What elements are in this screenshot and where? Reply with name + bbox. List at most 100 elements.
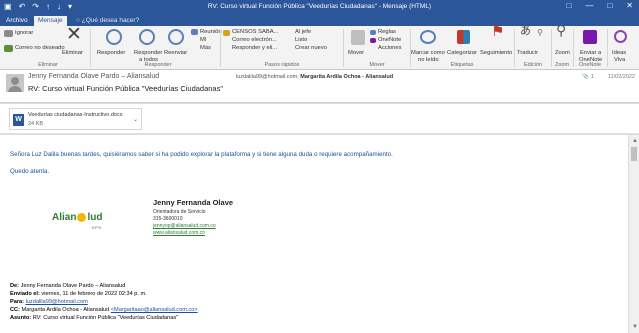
reply-icon: [106, 29, 122, 45]
body-greeting: Señora Luz Dalila buenas tardes, quisiér…: [10, 151, 393, 158]
group-label-pasos: Pasos rápidos: [264, 62, 300, 68]
im-button[interactable]: MI: [200, 37, 206, 44]
group-label-mover: Mover: [369, 62, 385, 68]
group-label-responder: Responder: [144, 62, 172, 68]
signature-name: Jenny Fernanda Olave: [153, 198, 234, 207]
zoom-button[interactable]: Zoom: [555, 50, 570, 57]
fwd-cc-label: CC:: [10, 307, 20, 313]
aliansalud-logo: Alian lud: [52, 212, 102, 223]
ignore-icon: [4, 30, 13, 37]
window-controls: □ — □ ✕: [567, 1, 633, 10]
send-onenote-button[interactable]: Enviar a: [580, 50, 601, 57]
attachment-name: Veedurías ciudadanas-Instructivo.docx: [28, 112, 123, 118]
fwd-subject-label: Asunto:: [10, 315, 32, 321]
recipient-cc[interactable]: Margarita Ardila Ochoa - Aliansalud: [300, 74, 393, 80]
maximize-icon[interactable]: □: [607, 1, 612, 10]
ideas-button[interactable]: Ideas: [612, 50, 626, 57]
ignore-button[interactable]: Ignorar: [15, 30, 33, 37]
signature-website[interactable]: www.aliansalud.com.co: [153, 230, 205, 236]
signature-email[interactable]: jennyop@aliansalud.com.co: [153, 223, 216, 229]
fwd-subject-value: RV: Curso virtual Función Pública "Veedu…: [32, 315, 179, 321]
fwd-sent: Enviado el: viernes, 11 de febrero de 20…: [10, 291, 147, 297]
signature-email-link[interactable]: jennyop@aliansalud.com.co: [153, 223, 216, 229]
sender-name[interactable]: Jenny Fernanda Olave Pardo – Aliansalud: [28, 73, 159, 80]
reply-all-icon: [139, 29, 155, 45]
quickstep-responder[interactable]: Responder y eli...: [232, 45, 277, 52]
ribbon-divider: [551, 29, 552, 67]
onenote-move-button[interactable]: OneNote: [378, 37, 401, 44]
signature-website-link[interactable]: www.aliansalud.com.co: [153, 230, 205, 236]
reply-button[interactable]: Responder: [97, 50, 125, 57]
mark-unread-button[interactable]: Marcar como: [411, 50, 445, 57]
fwd-to-label: Para:: [10, 299, 24, 305]
word-doc-icon: W: [13, 114, 24, 126]
attachment-item[interactable]: W Veedurías ciudadanas-Instructivo.docx …: [9, 108, 142, 130]
fwd-cc-link[interactable]: <Margaritaao@aliansalud.com.co>: [111, 307, 198, 313]
message-subject: RV: Curso virtual Función Pública "Veedu…: [28, 84, 224, 93]
window-title: RV: Curso virtual Función Pública "Veedu…: [207, 3, 432, 10]
categorize-button[interactable]: Categorizar: [447, 50, 477, 57]
fwd-cc: CC: Margarita Ardila Ochoa - Aliansalud …: [10, 307, 198, 313]
quickstep-icon: [223, 30, 230, 36]
onenote-small-icon: [370, 38, 376, 43]
reply-all-button[interactable]: Responder: [134, 50, 162, 57]
ribbon-options-icon[interactable]: □: [567, 1, 572, 10]
fwd-cc-name: Margarita Ardila Ochoa - Aliansalud: [21, 307, 110, 313]
scroll-down-icon[interactable]: ▼: [632, 324, 638, 330]
fwd-subject: Asunto: RV: Curso virtual Función Públic…: [10, 315, 178, 321]
close-icon[interactable]: ✕: [626, 1, 633, 10]
attachment-count: 📎 1: [582, 74, 594, 80]
viva-button[interactable]: Viva: [614, 57, 625, 64]
delete-button[interactable]: Eliminar: [62, 50, 83, 57]
ribbon-divider: [90, 29, 91, 67]
tab-mensaje[interactable]: Mensaje: [34, 16, 67, 26]
junk-button[interactable]: Correo no deseado: [15, 45, 65, 52]
translate-button[interactable]: Traducir: [517, 50, 538, 57]
message-header: Jenny Fernanda Olave Pardo – Aliansalud …: [0, 70, 639, 103]
header-meta: 📎 1 11/02/2022: [582, 74, 635, 80]
fwd-from: De: Jenny Fernanda Olave Pardo – Aliansa…: [10, 283, 125, 289]
vertical-scrollbar[interactable]: ▲ ▼: [628, 135, 639, 333]
logo-sun-icon: [77, 212, 87, 222]
recipient-to[interactable]: luzdalila99@hotmail.com;: [236, 74, 299, 80]
group-label-zoom: Zoom: [554, 62, 570, 68]
ideas-icon: [614, 30, 627, 43]
quickstep-jefe[interactable]: Al jefe: [295, 29, 311, 36]
ribbon-divider: [220, 29, 221, 67]
onenote-icon: [583, 30, 597, 44]
quickstep-listo[interactable]: Listo: [295, 37, 307, 44]
lightbulb-icon: ○: [76, 17, 80, 24]
tab-archivo[interactable]: Archivo: [2, 16, 32, 26]
fwd-to: Para: luzdalila99@hotmail.com: [10, 299, 88, 305]
scroll-thumb[interactable]: [631, 147, 637, 161]
quickstep-crear[interactable]: Crear nuevo: [295, 45, 327, 52]
meeting-icon: [191, 29, 198, 35]
minimize-icon[interactable]: —: [585, 1, 593, 10]
search-icon[interactable]: ⚲: [537, 29, 543, 37]
quickstep-correo[interactable]: Correo electrón...: [232, 37, 277, 44]
mark-unread-icon: [420, 30, 436, 44]
group-label-edicion: Edición: [523, 62, 543, 68]
move-button[interactable]: Mover: [348, 50, 364, 57]
ribbon-tabs: Archivo Mensaje ○ ¿Qué desea hacer?: [0, 15, 639, 26]
ribbon-divider: [410, 29, 411, 67]
actions-button[interactable]: Acciones: [378, 45, 402, 52]
meeting-button[interactable]: Reunión: [200, 29, 222, 36]
fwd-from-label: De:: [10, 283, 20, 289]
attachment-bar: W Veedurías ciudadanas-Instructivo.docx …: [0, 104, 639, 134]
rules-button[interactable]: Reglas: [378, 29, 396, 36]
chevron-down-icon[interactable]: ⌄: [133, 116, 138, 123]
quickstep-censos[interactable]: CENSOS SABA...: [232, 29, 278, 36]
fwd-to-link[interactable]: luzdalila99@hotmail.com: [26, 299, 88, 305]
fwd-from-value: Jenny Fernanda Olave Pardo – Aliansalud: [20, 283, 126, 289]
recipients: luzdalila99@hotmail.com; Margarita Ardil…: [236, 74, 393, 80]
forward-button[interactable]: Reenviar: [164, 50, 187, 57]
group-label-eliminar: Eliminar: [38, 62, 58, 68]
translate-icon: あ: [520, 25, 531, 37]
attachment-count-value: 1: [590, 74, 594, 80]
body-closing: Quedo atenta.: [10, 168, 50, 175]
scroll-up-icon[interactable]: ▲: [632, 138, 638, 144]
tell-me-search[interactable]: ○ ¿Qué desea hacer?: [76, 17, 139, 24]
more-button[interactable]: Más: [200, 45, 211, 52]
follow-up-button[interactable]: Seguimiento: [480, 50, 512, 57]
